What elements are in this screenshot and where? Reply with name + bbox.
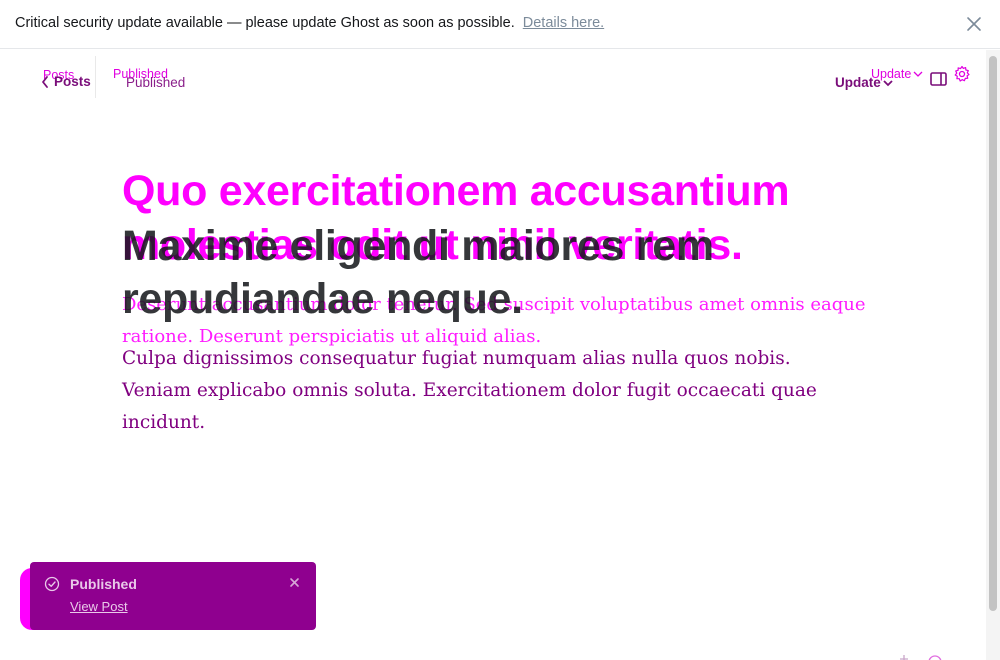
- check-circle-icon: [44, 576, 60, 592]
- chevron-left-icon: [42, 75, 48, 88]
- scrollbar-thumb[interactable]: [989, 56, 997, 611]
- update-button[interactable]: Update: [835, 75, 893, 90]
- view-post-link[interactable]: View Post: [70, 599, 128, 614]
- header-divider: [95, 56, 96, 98]
- post-title[interactable]: Maxime eligendi maiores rem repudiandae …: [122, 220, 842, 326]
- chevron-down-icon: [883, 79, 893, 86]
- close-icon[interactable]: [964, 14, 984, 34]
- post-status: Published: [126, 75, 186, 90]
- plus-icon[interactable]: [897, 651, 911, 660]
- post-body[interactable]: Culpa dignissimos consequatur fugiat num…: [122, 343, 862, 439]
- gear-icon[interactable]: [953, 65, 971, 83]
- banner-text: Critical security update available — ple…: [15, 15, 604, 31]
- banner-message: Critical security update available — ple…: [15, 15, 515, 31]
- scrollbar[interactable]: [986, 50, 1000, 660]
- security-banner: Critical security update available — ple…: [0, 0, 1000, 49]
- publish-toast: Published View Post: [30, 562, 316, 630]
- chevron-down-icon: [913, 71, 923, 77]
- sidebar-toggle-icon[interactable]: [930, 72, 947, 86]
- back-link-label: Posts: [54, 74, 91, 89]
- update-button-label: Update: [835, 75, 881, 90]
- back-to-posts-link[interactable]: Posts: [40, 74, 91, 89]
- banner-details-link[interactable]: Details here.: [523, 15, 604, 31]
- close-icon[interactable]: [289, 577, 300, 588]
- toast-title: Published: [70, 576, 137, 592]
- help-icon[interactable]: [928, 651, 942, 660]
